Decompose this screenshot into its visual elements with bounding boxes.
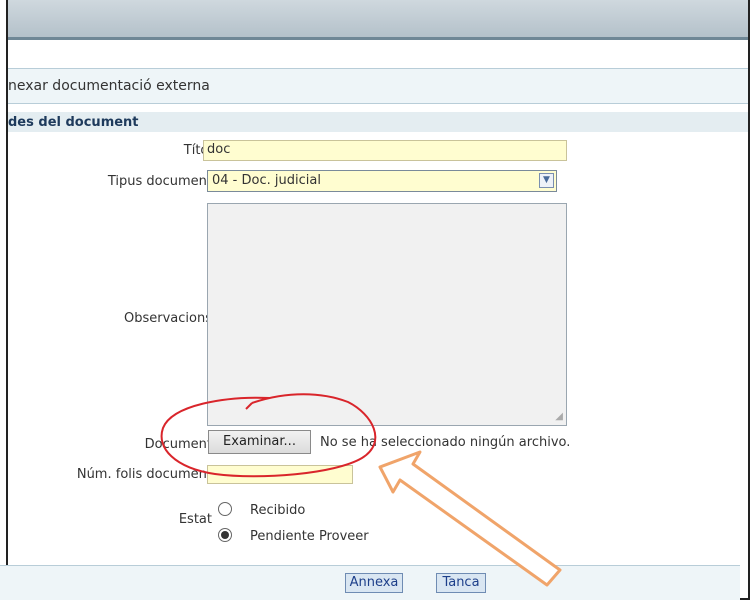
chevron-down-icon[interactable]: ▼ — [539, 173, 554, 188]
section-title: des del document — [8, 115, 139, 130]
titol-value: doc — [207, 142, 231, 157]
section-header: des del document — [8, 112, 748, 132]
dialog-title: nexar documentació externa — [8, 78, 210, 94]
tipus-document-value: 04 - Doc. judicial — [212, 173, 321, 188]
top-bar — [8, 0, 748, 40]
annexa-button[interactable]: Annexa — [345, 573, 403, 593]
resize-grip-icon[interactable]: ◢ — [555, 411, 563, 422]
tipus-document-select[interactable]: 04 - Doc. judicial ▼ — [207, 170, 557, 192]
folis-label: Núm. folis document — [76, 467, 212, 482]
estat-label: Estat — [178, 512, 212, 527]
tipus-document-label: Tipus document — [107, 174, 212, 189]
observacions-textarea[interactable]: ◢ — [207, 203, 567, 426]
file-status-text: No se ha seleccionado ningún archivo. — [320, 435, 571, 450]
dialog-title-bar: nexar documentació externa — [8, 68, 748, 104]
browse-file-button[interactable]: Examinar... — [208, 430, 311, 454]
radio-pendiente-proveer-label: Pendiente Proveer — [250, 529, 369, 544]
titol-input[interactable]: doc — [203, 140, 567, 161]
radio-pendiente-proveer[interactable] — [218, 528, 232, 542]
document-label: Document — [144, 437, 212, 452]
radio-recibido-label: Recibido — [250, 503, 306, 518]
observacions-label: Observacions — [124, 311, 212, 326]
tanca-button[interactable]: Tanca — [436, 573, 486, 593]
folis-input[interactable] — [207, 465, 353, 484]
radio-recibido[interactable] — [218, 502, 232, 516]
